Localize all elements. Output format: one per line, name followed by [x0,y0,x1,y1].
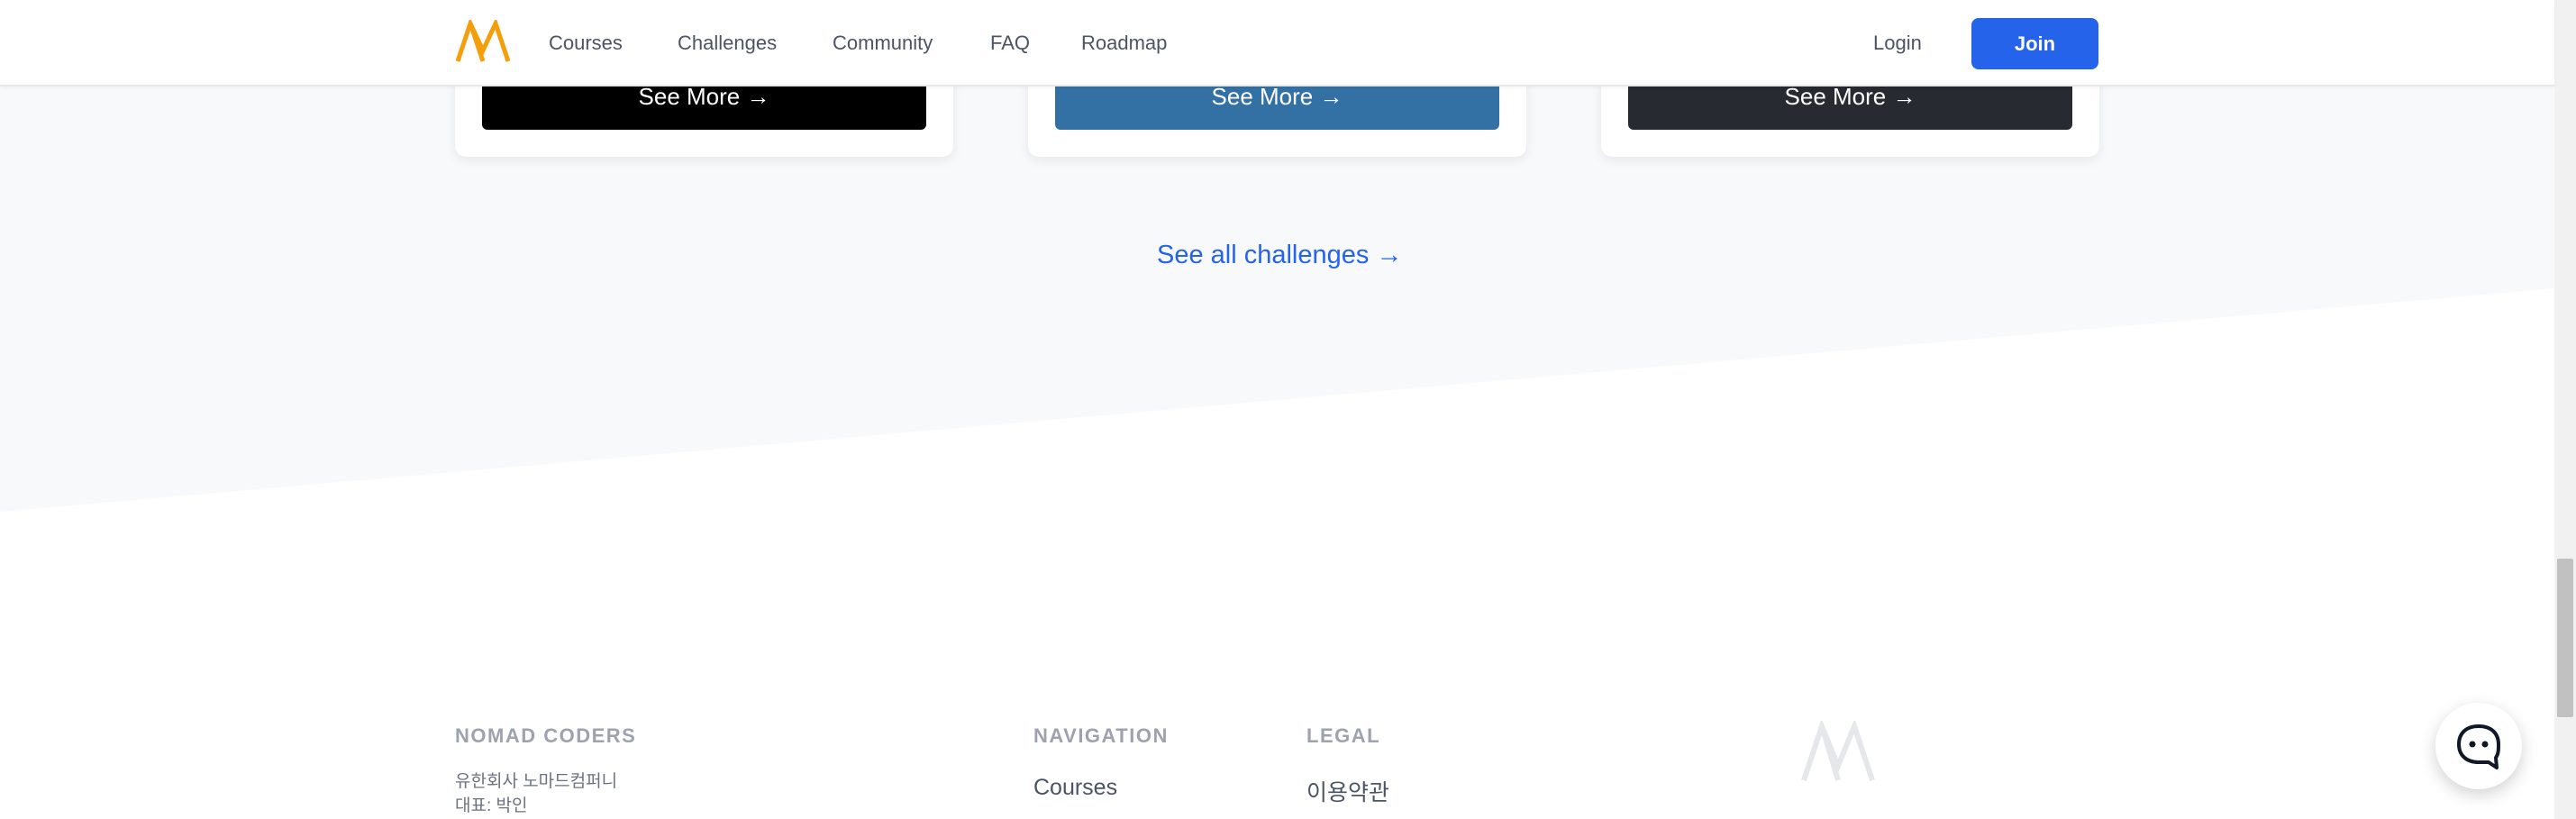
chat-widget-button[interactable] [2435,703,2522,789]
nav-community[interactable]: Community [833,31,933,56]
nav-challenges[interactable]: Challenges [678,31,777,56]
chat-bubble-icon [2457,724,2500,769]
nav-roadmap[interactable]: Roadmap [1081,31,1167,56]
footer-link-terms[interactable]: 이용약관 [1306,775,1389,807]
scrollbar-thumb[interactable] [2557,559,2573,717]
footer-company-name: 유한회사 노마드컴퍼니 [455,772,618,791]
footer-logo-icon [1801,721,1875,781]
footer-company-heading: NOMAD CODERS [455,724,637,747]
nav-courses[interactable]: Courses [549,31,623,56]
footer-company-ceo: 대표: 박인 [455,796,528,815]
nav-faq[interactable]: FAQ [990,31,1030,56]
footer-navigation-heading: NAVIGATION [1033,724,1169,747]
see-all-challenges-link[interactable]: See all challenges → [1157,239,1402,271]
footer-link-courses[interactable]: Courses [1033,775,1117,801]
join-button[interactable]: Join [1971,18,2098,69]
login-link[interactable]: Login [1873,31,1922,56]
site-header: Courses Challenges Community FAQ Roadmap… [0,0,2554,86]
nomad-logo-icon[interactable] [455,20,511,63]
footer-legal-heading: LEGAL [1306,724,1381,747]
